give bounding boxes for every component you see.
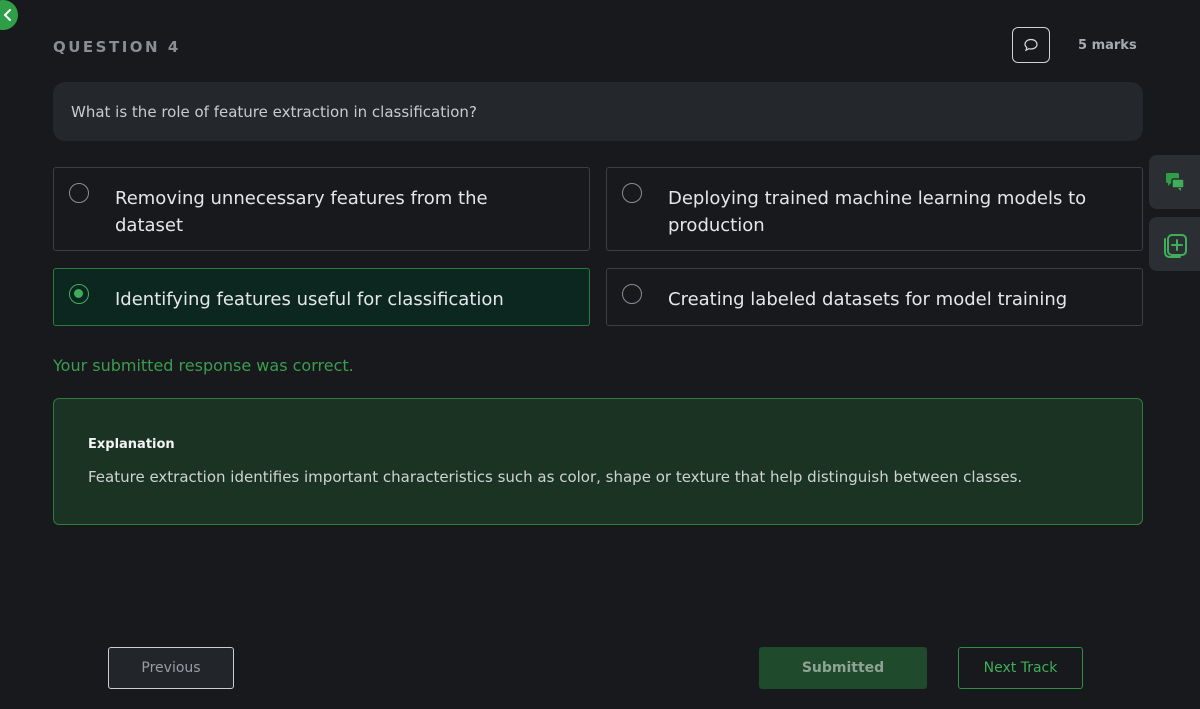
previous-button[interactable]: Previous (108, 647, 234, 689)
marks-label: 5 marks (1078, 38, 1137, 53)
chevron-left-icon (3, 9, 11, 21)
back-button[interactable] (0, 0, 18, 30)
radio-button[interactable] (69, 183, 89, 203)
submitted-button[interactable]: Submitted (759, 647, 927, 689)
add-note-tab[interactable] (1149, 217, 1200, 271)
radio-button-selected[interactable] (69, 284, 89, 304)
quiz-page: QUESTION 4 5 marks What is the role of f… (0, 0, 1200, 709)
next-track-button[interactable]: Next Track (958, 647, 1083, 689)
answer-option-3[interactable]: Identifying features useful for classifi… (53, 268, 590, 326)
option-label: Deploying trained machine learning model… (668, 188, 1087, 236)
chat-bubble-icon (1024, 38, 1038, 52)
explanation-body: Feature extraction identifies important … (88, 468, 1023, 486)
option-label: Identifying features useful for classifi… (115, 289, 504, 310)
comment-button[interactable] (1012, 27, 1050, 63)
answer-option-2[interactable]: Deploying trained machine learning model… (606, 167, 1143, 251)
add-card-icon (1163, 234, 1187, 258)
radio-button[interactable] (622, 183, 642, 203)
explanation-panel: Explanation Feature extraction identifie… (53, 398, 1143, 525)
option-label: Removing unnecessary features from the d… (115, 188, 488, 236)
explanation-title: Explanation (88, 437, 175, 452)
question-number: QUESTION 4 (53, 38, 181, 56)
radio-button[interactable] (622, 284, 642, 304)
discussion-tab[interactable] (1149, 155, 1200, 209)
answer-option-4[interactable]: Creating labeled datasets for model trai… (606, 268, 1143, 326)
option-label: Creating labeled datasets for model trai… (668, 289, 1068, 310)
radio-dot (74, 289, 83, 298)
question-text: What is the role of feature extraction i… (53, 82, 1143, 141)
answer-option-1[interactable]: Removing unnecessary features from the d… (53, 167, 590, 251)
discussion-icon (1165, 173, 1185, 191)
feedback-message: Your submitted response was correct. (53, 356, 354, 375)
